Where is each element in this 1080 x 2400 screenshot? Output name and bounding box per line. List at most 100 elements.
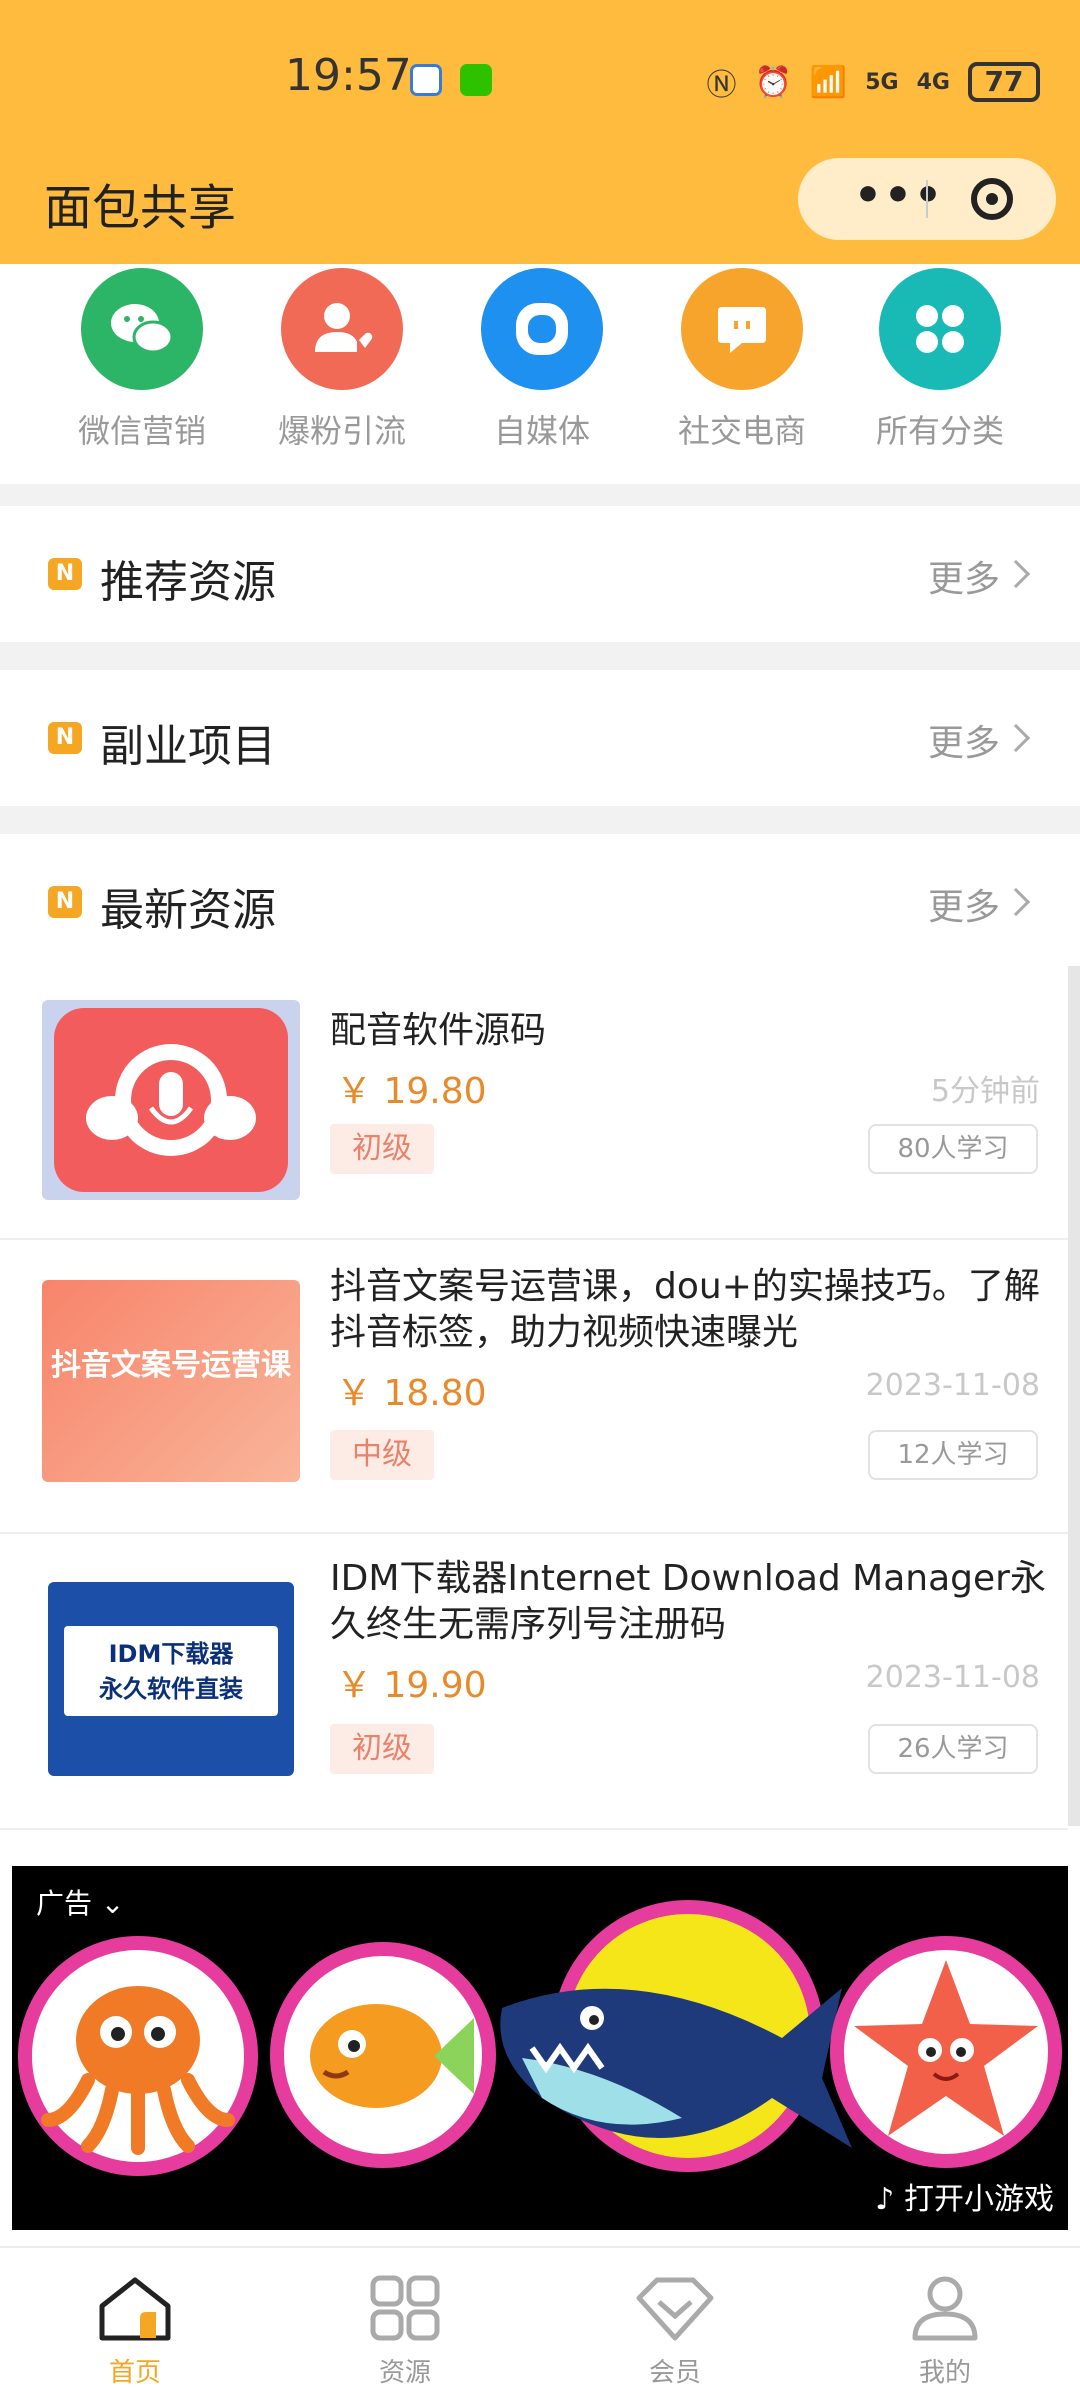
tab-label: 首页 bbox=[108, 2358, 161, 2388]
ad-label[interactable]: 广告 ⌄ bbox=[36, 1882, 124, 1922]
chevron-right-icon bbox=[1001, 559, 1031, 589]
category-row: 微信营销 爆粉引流 自媒体 社交电商 所有分类 bbox=[0, 264, 1080, 484]
section-latest: N 最新资源 更多 bbox=[0, 834, 1080, 970]
level-badge: 初级 bbox=[330, 1124, 434, 1174]
tab-membership[interactable]: 会员 bbox=[600, 2274, 750, 2389]
home-icon bbox=[99, 2277, 171, 2341]
tab-resources[interactable]: 资源 bbox=[330, 2274, 480, 2389]
signal-4g-label: 4G bbox=[916, 69, 950, 95]
status-bar: 19:57 Ⓝ ⏰ 📶 5G 4G 77 bbox=[0, 44, 1080, 114]
person-icon bbox=[912, 2276, 978, 2341]
thumbnail bbox=[42, 1000, 300, 1200]
learners-count: 12人学习 bbox=[868, 1430, 1038, 1480]
thumbnail-text: IDM下载器 永久软件直装 bbox=[64, 1626, 278, 1716]
item-price: ￥ 19.80 bbox=[336, 1071, 487, 1112]
cta-text: 打开小游戏 bbox=[904, 2182, 1054, 2217]
wifi-icon: 📶 bbox=[809, 64, 848, 100]
item-title: 配音软件源码 bbox=[330, 1010, 547, 1051]
four-leaf-icon bbox=[879, 268, 1001, 390]
item-price: ￥ 18.80 bbox=[336, 1373, 487, 1414]
ad-banner[interactable]: 广告 ⌄ ♪ 打开小游戏 bbox=[12, 1866, 1068, 2230]
mini-program-capsule: ••• bbox=[798, 158, 1056, 240]
chevron-down-icon: ⌄ bbox=[100, 1887, 125, 1920]
ring-icon bbox=[481, 268, 603, 390]
diamond-icon bbox=[636, 2277, 714, 2341]
category-label: 自媒体 bbox=[493, 412, 590, 450]
alarm-icon: ⏰ bbox=[754, 64, 792, 100]
tab-label: 我的 bbox=[918, 2358, 971, 2388]
shark-character bbox=[482, 1948, 862, 2188]
section-side-projects: N 副业项目 更多 bbox=[0, 670, 1080, 806]
item-title: 抖音文案号运营课，dou+的实操技巧。了解抖音标签，助力视频快速曝光 bbox=[330, 1266, 1040, 1353]
category-label: 社交电商 bbox=[677, 412, 806, 450]
tiktok-icon: ♪ bbox=[875, 2182, 895, 2217]
divider bbox=[0, 642, 1080, 670]
scrollbar[interactable] bbox=[1068, 966, 1080, 1826]
top-bar: 19:57 Ⓝ ⏰ 📶 5G 4G 77 面包共享 ••• bbox=[0, 0, 1080, 264]
chat-bubble-icon bbox=[681, 268, 803, 390]
item-time: 5分钟前 bbox=[930, 1074, 1040, 1109]
thumbnail: 抖音文案号运营课 bbox=[42, 1280, 300, 1482]
item-time: 2023-11-08 bbox=[865, 1368, 1040, 1403]
divider bbox=[0, 806, 1080, 834]
more-menu-button[interactable]: ••• bbox=[834, 170, 964, 221]
category-social-ecommerce[interactable]: 社交电商 bbox=[652, 268, 832, 452]
section-title: 推荐资源 bbox=[100, 557, 276, 608]
more-link[interactable]: 更多 bbox=[928, 714, 1000, 766]
item-title: IDM下载器Internet Download Manager永久终生无需序列号… bbox=[330, 1558, 1046, 1645]
close-mini-program-button[interactable] bbox=[971, 178, 1013, 220]
chevron-right-icon bbox=[1001, 723, 1031, 753]
bottom-tab-bar: 首页 资源 会员 我的 bbox=[0, 2246, 1080, 2400]
voice-app-icon bbox=[54, 1008, 288, 1192]
category-label: 爆粉引流 bbox=[277, 412, 406, 450]
status-right: Ⓝ ⏰ 📶 5G 4G 77 bbox=[707, 60, 1040, 104]
item-price: ￥ 19.90 bbox=[336, 1665, 487, 1706]
capsule-divider bbox=[926, 180, 928, 218]
calendar-icon bbox=[410, 64, 442, 96]
wechat-notification-icon bbox=[460, 64, 492, 96]
signal-5g-label: 5G bbox=[865, 69, 899, 95]
category-media[interactable]: 自媒体 bbox=[452, 268, 632, 452]
item-time: 2023-11-08 bbox=[865, 1660, 1040, 1695]
user-heart-icon bbox=[281, 268, 403, 390]
level-badge: 初级 bbox=[330, 1724, 434, 1774]
thumbnail: IDM下载器 永久软件直装 bbox=[48, 1582, 294, 1776]
more-link[interactable]: 更多 bbox=[928, 878, 1000, 930]
tab-profile[interactable]: 我的 bbox=[870, 2274, 1020, 2389]
learners-count: 80人学习 bbox=[868, 1124, 1038, 1174]
starfish-character bbox=[830, 1936, 1062, 2168]
list-item[interactable]: 配音软件源码 ￥ 19.80 5分钟前 初级 80人学习 bbox=[0, 970, 1068, 1240]
tab-home[interactable]: 首页 bbox=[60, 2274, 210, 2389]
section-mark-icon: N bbox=[48, 722, 82, 754]
grid-icon bbox=[370, 2275, 440, 2341]
fish-character bbox=[270, 1942, 496, 2168]
learners-count: 26人学习 bbox=[868, 1724, 1038, 1774]
wechat-icon bbox=[81, 268, 203, 390]
level-badge: 中级 bbox=[330, 1430, 434, 1480]
section-title: 副业项目 bbox=[100, 721, 276, 772]
ad-label-text: 广告 bbox=[36, 1887, 93, 1920]
divider bbox=[0, 484, 1080, 506]
open-mini-game-link[interactable]: ♪ 打开小游戏 bbox=[875, 2174, 1054, 2218]
tab-label: 资源 bbox=[378, 2358, 431, 2388]
battery-indicator: 77 bbox=[968, 62, 1040, 102]
category-wechat[interactable]: 微信营销 bbox=[52, 268, 232, 452]
tab-label: 会员 bbox=[648, 2358, 701, 2388]
octopus-character bbox=[18, 1936, 258, 2176]
list-item[interactable]: IDM下载器 永久软件直装 IDM下载器Internet Download Ma… bbox=[0, 1534, 1068, 1830]
section-recommended: N 推荐资源 更多 bbox=[0, 506, 1080, 642]
category-fans[interactable]: 爆粉引流 bbox=[252, 268, 432, 452]
section-mark-icon: N bbox=[48, 558, 82, 590]
section-title: 最新资源 bbox=[100, 885, 276, 936]
section-mark-icon: N bbox=[48, 886, 82, 918]
list-item[interactable]: 抖音文案号运营课 抖音文案号运营课，dou+的实操技巧。了解抖音标签，助力视频快… bbox=[0, 1240, 1068, 1534]
category-label: 所有分类 bbox=[875, 412, 1004, 450]
category-label: 微信营销 bbox=[77, 412, 206, 450]
chevron-right-icon bbox=[1001, 887, 1031, 917]
app-title: 面包共享 bbox=[44, 180, 237, 236]
more-link[interactable]: 更多 bbox=[928, 550, 1000, 602]
category-all[interactable]: 所有分类 bbox=[850, 268, 1030, 452]
thumbnail-text: 抖音文案号运营课 bbox=[51, 1348, 291, 1383]
status-time: 19:57 bbox=[285, 50, 412, 101]
nfc-icon: Ⓝ bbox=[706, 68, 737, 103]
